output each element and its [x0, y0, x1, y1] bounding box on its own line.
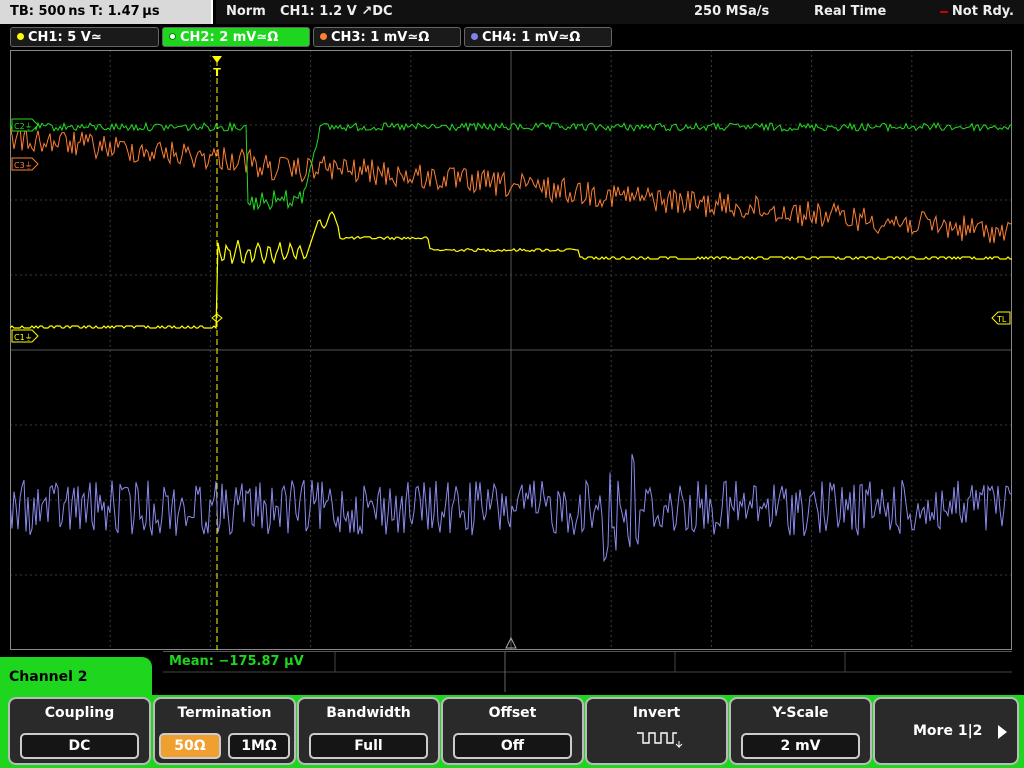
yscale-value[interactable]: 2 mV	[741, 733, 860, 759]
termination-softkey[interactable]: Termination 50Ω 1MΩ	[153, 697, 296, 765]
ch2-offset-marker[interactable]: C2⏚	[11, 118, 39, 132]
termination-1mohm-option[interactable]: 1MΩ	[228, 733, 290, 759]
trigger-level-marker[interactable]: TL	[991, 311, 1011, 325]
termination-50ohm-option[interactable]: 50Ω	[159, 733, 221, 759]
sample-rate: 250 MSa/s	[694, 4, 770, 19]
waveform-display[interactable]: T C2⏚ C3⏚ C1⏚ TL	[10, 50, 1012, 650]
mean-measurement: Mean: −175.87 µV	[169, 654, 304, 669]
more-label: More 1|2	[913, 723, 983, 739]
tab-ch3-label: CH3: 1 mV≃Ω	[331, 30, 430, 45]
tab-ch1-label: CH1: 5 V≃	[28, 30, 102, 45]
invert-title: Invert	[632, 705, 681, 721]
status-indicator-icon	[939, 10, 948, 13]
trigger-position-icon[interactable]	[212, 56, 222, 63]
ch2-marker-label: C2⏚	[14, 122, 33, 131]
offset-value[interactable]: Off	[453, 733, 572, 759]
termination-title: Termination	[177, 705, 272, 721]
bandwidth-value[interactable]: Full	[309, 733, 428, 759]
offset-title: Offset	[488, 705, 537, 721]
invert-waveform-icon	[637, 732, 683, 749]
acquisition-status-strip: Norm CH1: 1.2 V ↗DC 250 MSa/s Real Time …	[216, 0, 1024, 24]
trigger-status: Not Rdy.	[939, 0, 1014, 24]
status-bar: TB: 500 ns T: 1.47 µs Norm CH1: 1.2 V ↗D…	[0, 0, 1024, 26]
trigger-level-label: TL	[996, 315, 1007, 324]
trigger-source[interactable]: CH1: 1.2 V ↗DC	[280, 0, 393, 24]
trigger-marker-label: T	[213, 66, 221, 79]
ch4-color-icon	[471, 33, 478, 40]
tab-ch4-label: CH4: 1 mV≃Ω	[482, 30, 581, 45]
more-softkey[interactable]: More 1|2	[873, 697, 1019, 765]
ch1-color-icon	[17, 33, 24, 40]
ch3-marker-label: C3⏚	[14, 161, 33, 170]
tab-ch2-label: CH2: 2 mV≃Ω	[180, 30, 279, 45]
ch3-offset-marker[interactable]: C3⏚	[11, 157, 39, 171]
ch2-color-icon	[169, 33, 176, 40]
ch1-offset-marker[interactable]: C1⏚	[11, 329, 39, 343]
ch1-marker-label: C1⏚	[14, 333, 33, 342]
yscale-title: Y-Scale	[772, 705, 829, 721]
bandwidth-title: Bandwidth	[326, 705, 411, 721]
measurement-panel: Mean: −175.87 µV	[163, 651, 1012, 692]
coupling-softkey[interactable]: Coupling DC	[8, 697, 151, 765]
tab-ch4[interactable]: CH4: 1 mV≃Ω	[464, 27, 612, 47]
coupling-value[interactable]: DC	[20, 733, 139, 759]
ch3-color-icon	[320, 33, 327, 40]
coupling-title: Coupling	[44, 705, 115, 721]
timebase-readout[interactable]: TB: 500 ns T: 1.47 µs	[0, 0, 213, 24]
next-page-arrow-icon	[998, 725, 1007, 739]
tab-ch1[interactable]: CH1: 5 V≃	[10, 27, 159, 47]
trigger-mode[interactable]: Norm	[226, 0, 266, 24]
yscale-softkey[interactable]: Y-Scale 2 mV	[729, 697, 872, 765]
bandwidth-softkey[interactable]: Bandwidth Full	[297, 697, 440, 765]
offset-softkey[interactable]: Offset Off	[441, 697, 584, 765]
tab-ch2[interactable]: CH2: 2 mV≃Ω	[162, 27, 310, 47]
tab-ch3[interactable]: CH3: 1 mV≃Ω	[313, 27, 461, 47]
invert-softkey[interactable]: Invert	[585, 697, 728, 765]
menu-title: Channel 2	[0, 657, 152, 697]
acquisition-mode: Real Time	[814, 4, 887, 19]
graticule	[10, 50, 1012, 650]
